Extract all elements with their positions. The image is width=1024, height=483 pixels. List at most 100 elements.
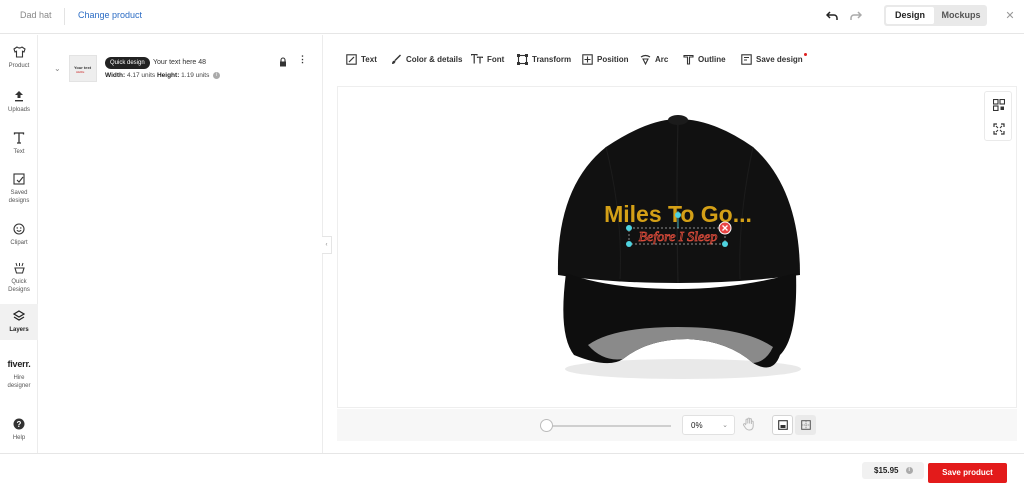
chevron-down-icon[interactable]: ⌄ — [54, 64, 61, 73]
view-toggle: Design Mockups — [884, 5, 987, 26]
layers-panel: ⌄ Your text HERE Quick design Your text … — [38, 35, 322, 453]
thumb-text-line2: HERE — [76, 70, 85, 74]
quick-design-badge: Quick design — [105, 57, 150, 69]
info-icon[interactable]: i — [213, 72, 221, 79]
toolbar-outline[interactable]: Outline — [683, 49, 726, 69]
more-options-icon[interactable]: ⋮ — [298, 54, 307, 65]
toolbar-text[interactable]: Text — [346, 49, 377, 69]
outline-icon — [683, 54, 694, 65]
upload-icon — [0, 89, 38, 103]
lock-icon[interactable] — [279, 54, 287, 72]
resize-handle[interactable] — [722, 241, 728, 247]
toolbar-transform[interactable]: Transform — [517, 49, 571, 69]
rotate-handle[interactable] — [675, 212, 681, 218]
hat-mockup[interactable]: Miles To Go... Before I Sleep — [548, 107, 808, 382]
rail-label: Clipart — [10, 240, 28, 246]
toolbar-label: Text — [361, 54, 377, 64]
resize-handle[interactable] — [626, 241, 632, 247]
footer-bar: $15.95 i Save product — [0, 453, 1024, 483]
rail-label: Uploads — [7, 107, 30, 113]
rail-item-help[interactable]: ? Help — [0, 417, 38, 442]
rail-item-clipart[interactable]: Clipart — [0, 222, 38, 247]
rail-label: Product — [8, 63, 30, 69]
hat-text-line2[interactable]: Before I Sleep — [638, 230, 718, 246]
saved-icon — [0, 172, 38, 186]
toolbar-arc[interactable]: Arc — [640, 49, 668, 69]
brush-icon — [392, 54, 401, 64]
view-grid-button[interactable] — [795, 415, 816, 435]
rail-label: Hire designer — [7, 375, 31, 389]
layers-icon — [0, 309, 38, 323]
smile-icon — [0, 222, 38, 236]
hat-button — [668, 115, 688, 125]
header-divider — [64, 8, 65, 25]
rail-label: Layers — [9, 327, 29, 333]
price-value: $15.95 — [874, 466, 899, 475]
zoom-slider[interactable] — [541, 425, 671, 427]
canvas-bottom-bar: 0% ⌄ — [337, 409, 1017, 441]
rail-label: Saved designs — [8, 190, 30, 204]
position-icon — [582, 53, 593, 65]
height-value: 1.19 units — [181, 72, 210, 80]
qr-icon[interactable] — [985, 93, 1013, 117]
rail-item-layers[interactable]: Layers — [0, 304, 38, 340]
toolbar-label: Outline — [698, 54, 726, 64]
layer-dimensions: Width: 4.17 units Height: 1.19 units i — [105, 72, 221, 80]
top-bar: Dad hat Change product Design Mockups ✕ — [0, 0, 1024, 34]
toolbar-label: Position — [597, 54, 629, 64]
toolbar-font[interactable]: Font — [471, 49, 504, 69]
view-single-button[interactable] — [772, 415, 793, 435]
change-product-link[interactable]: Change product — [78, 10, 142, 20]
undo-icon[interactable] — [823, 8, 841, 24]
toolbar-label: Transform — [532, 54, 572, 64]
toolbar-label: Font — [487, 54, 505, 64]
rail-item-saved-designs[interactable]: Saved designs — [0, 172, 38, 205]
close-icon[interactable]: ✕ — [1003, 9, 1017, 23]
rail-label: Help — [12, 435, 26, 441]
layer-item[interactable]: ⌄ Your text HERE Quick design Your text … — [38, 47, 322, 97]
rail-item-hire-designer[interactable]: fiverr. Hire designer — [0, 357, 38, 390]
toolbar-label: Save design — [756, 54, 803, 64]
width-value: 4.17 units — [126, 72, 156, 80]
rail-item-text[interactable]: Text — [0, 131, 38, 156]
rail-item-product[interactable]: Product — [0, 45, 38, 70]
rail-item-quick-designs[interactable]: Quick Designs — [0, 261, 38, 294]
hand-icon[interactable] — [742, 417, 756, 436]
fiverr-logo: fiverr. — [7, 359, 31, 369]
tab-mockups[interactable]: Mockups — [936, 7, 986, 24]
zoom-slider-handle[interactable] — [540, 419, 553, 432]
info-icon[interactable]: i — [905, 467, 913, 475]
text-icon — [0, 131, 38, 145]
unsaved-dot — [803, 53, 807, 56]
tool-rail: Product Uploads Text Saved designs Clipa… — [0, 35, 38, 453]
toolbar-position[interactable]: Position — [582, 49, 629, 69]
resize-handle[interactable] — [626, 225, 632, 231]
toolbar-label: Arc — [655, 54, 669, 64]
quick-icon — [0, 261, 38, 275]
zoom-select[interactable]: 0% ⌄ — [682, 415, 735, 435]
rail-item-uploads[interactable]: Uploads — [0, 89, 38, 114]
toolbar-save-design[interactable]: Save design — [741, 49, 807, 69]
arc-icon — [640, 54, 651, 65]
save-product-button[interactable]: Save product — [928, 463, 1007, 483]
transform-icon — [517, 53, 528, 65]
help-icon: ? — [0, 417, 38, 431]
save-design-icon — [741, 53, 752, 65]
toolbar-color-details[interactable]: Color & details — [391, 49, 462, 69]
design-toolbar: Text Color & details Font Transform Posi… — [338, 49, 1018, 71]
collapse-panel-icon[interactable]: ‹ — [322, 236, 332, 254]
fullscreen-icon[interactable] — [985, 117, 1013, 141]
image-view-icon — [777, 420, 788, 430]
tab-design[interactable]: Design — [886, 7, 934, 24]
redo-icon[interactable] — [847, 8, 865, 24]
price-display: $15.95 i — [862, 462, 924, 479]
font-icon — [471, 54, 483, 64]
rail-label: Text — [13, 149, 25, 155]
rail-label: Quick Designs — [8, 279, 30, 293]
toolbar-label: Color & details — [406, 54, 463, 64]
chevron-down-icon: ⌄ — [722, 422, 728, 429]
edit-icon — [346, 53, 357, 65]
zoom-value: 0% — [691, 421, 703, 430]
layer-name: Your text here 48 — [153, 59, 207, 66]
layer-thumbnail: Your text HERE — [69, 55, 97, 82]
